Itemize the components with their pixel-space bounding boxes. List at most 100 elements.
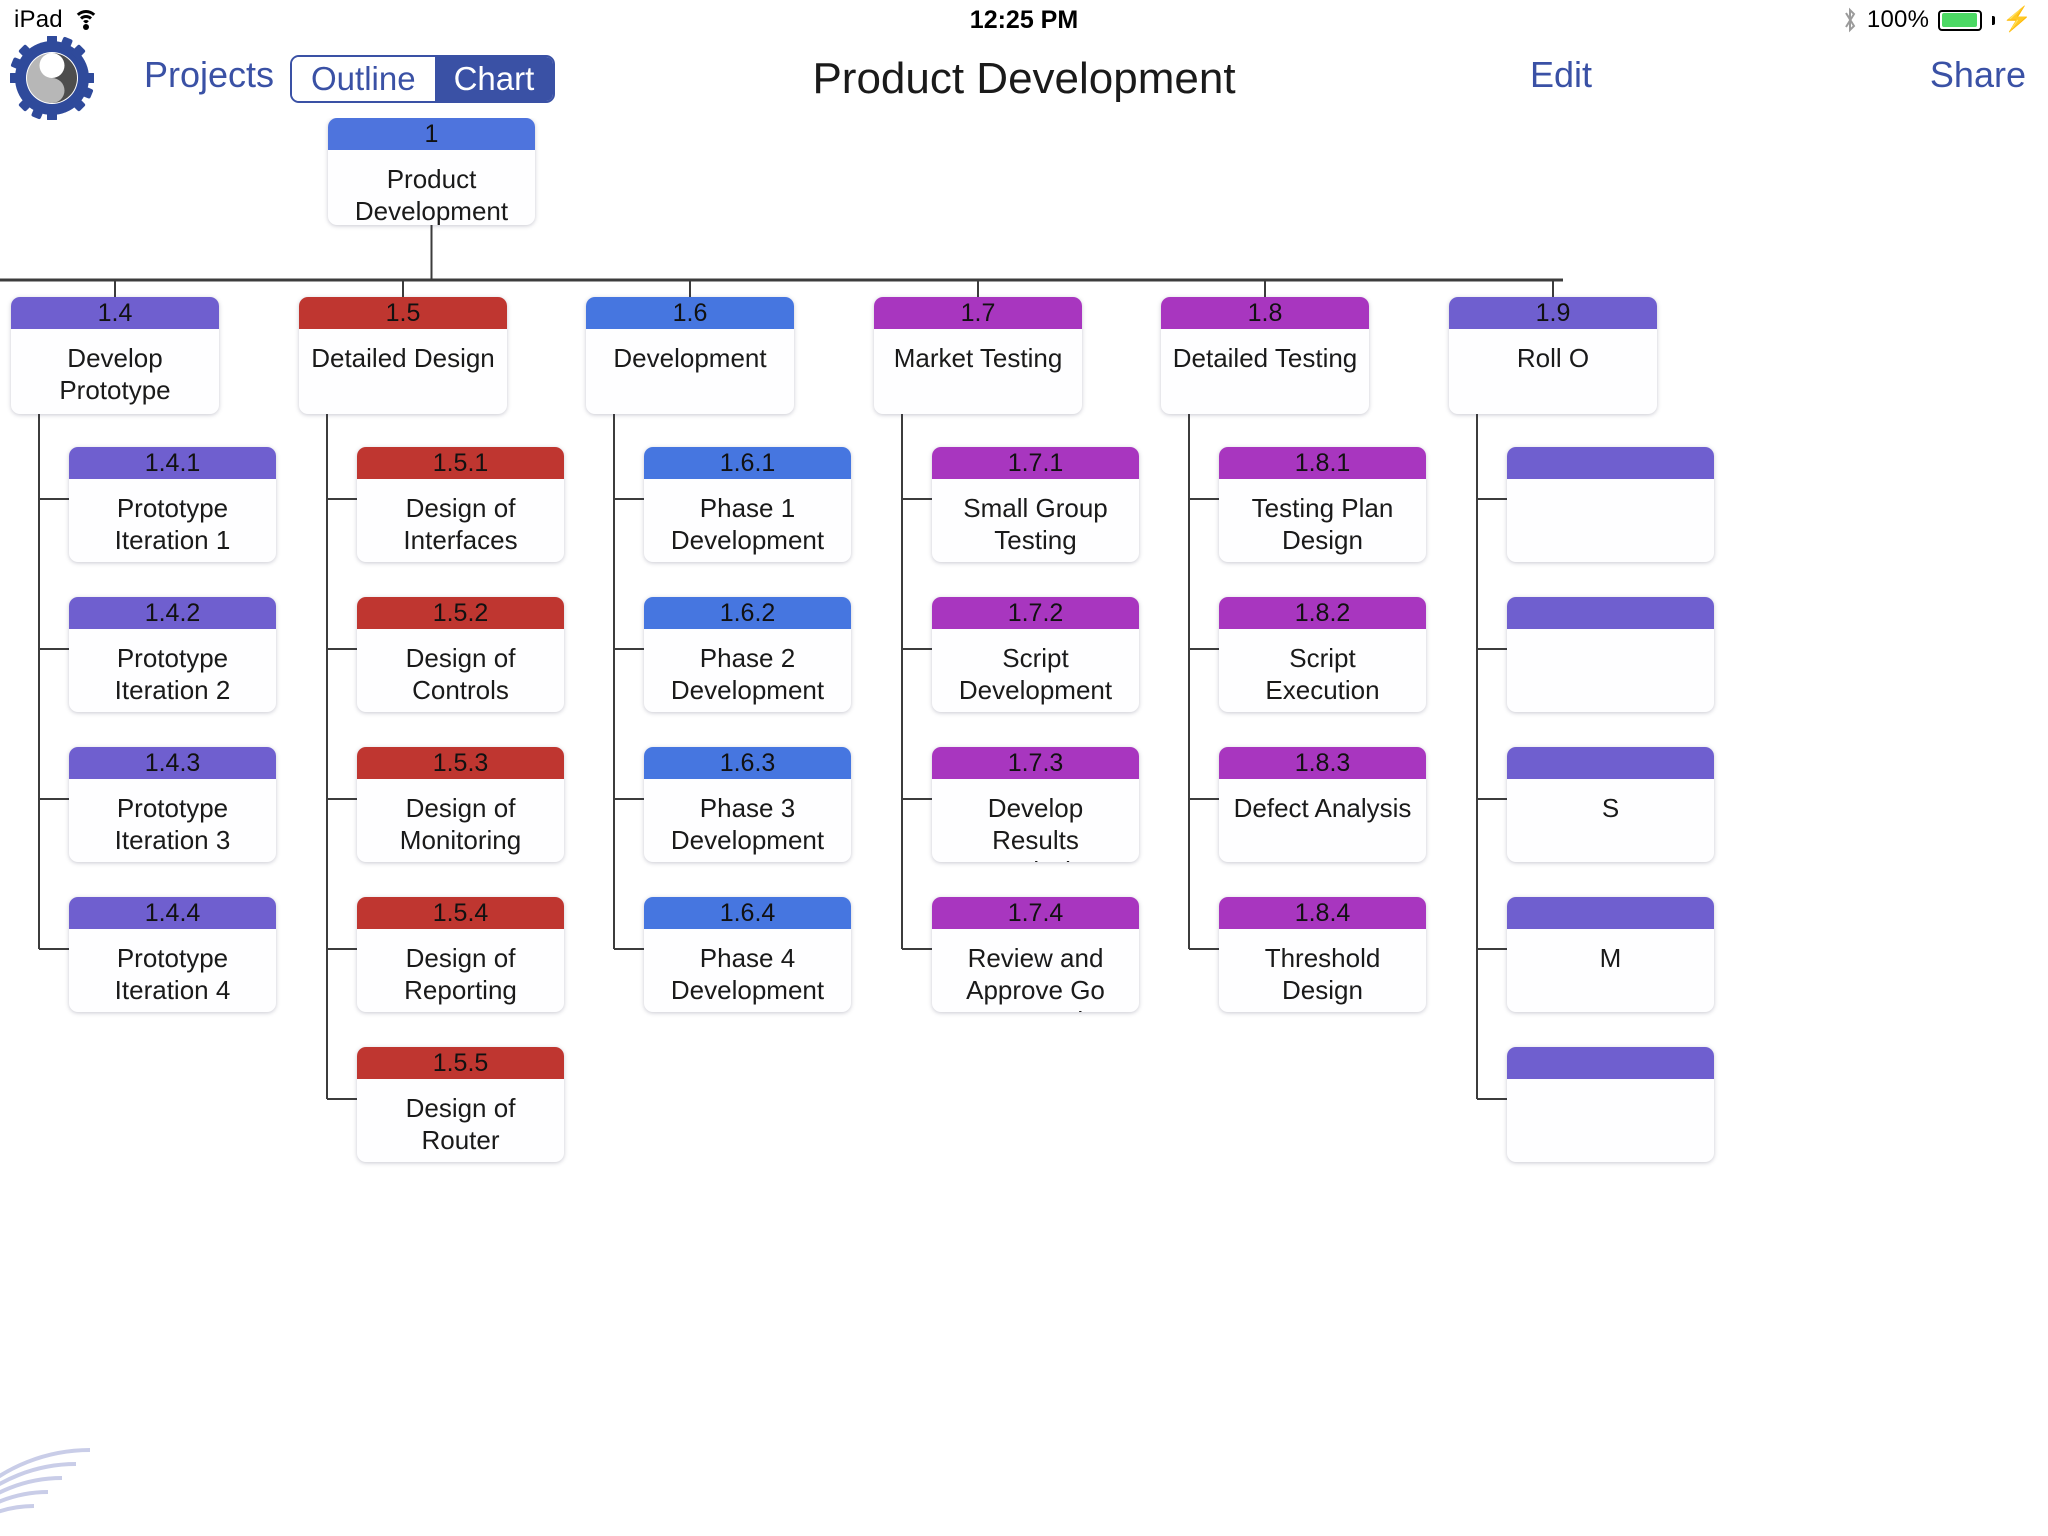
chart-node-child[interactable]: 1.5.5 Design of Router: [357, 1047, 564, 1162]
node-number: 1.5: [299, 297, 507, 329]
node-label: Prototype Iteration 3: [114, 793, 231, 855]
node-label: Phase 4 Development: [670, 943, 825, 1005]
node-number: [1507, 1047, 1714, 1079]
chart-node-child[interactable]: 1.7.3 Develop Results Analysis: [932, 747, 1139, 862]
chart-node-child[interactable]: 1.6.4 Phase 4 Development: [644, 897, 851, 1012]
chart-node-child[interactable]: 1.4.2 Prototype Iteration 2: [69, 597, 276, 712]
chart-node-child[interactable]: 1.5.3 Design of Monitoring: [357, 747, 564, 862]
node-number: 1.6.4: [644, 897, 851, 929]
node-number: [1507, 897, 1714, 929]
node-number: 1.5.1: [357, 447, 564, 479]
chart-node-child[interactable]: M: [1507, 897, 1714, 1012]
node-label: Threshold Design: [1264, 943, 1381, 1005]
node-label: Defect Analysis: [1233, 793, 1412, 823]
node-label: [1507, 629, 1714, 712]
node-number: [1507, 447, 1714, 479]
chart-node-child[interactable]: [1507, 597, 1714, 712]
node-number: [1507, 597, 1714, 629]
chart-node-child[interactable]: [1507, 1047, 1714, 1162]
chart-node-child[interactable]: 1.7.2 Script Development: [932, 597, 1139, 712]
node-number: 1.8.3: [1219, 747, 1426, 779]
node-label: Phase 2 Development: [670, 643, 825, 705]
chart-node-child[interactable]: 1.6.1 Phase 1 Development: [644, 447, 851, 562]
chart-node-root[interactable]: 1 Product Development: [328, 118, 535, 225]
node-number: [1507, 747, 1714, 779]
node-label: Development: [613, 343, 767, 373]
navigation-bar: Projects Outline Chart Product Developme…: [0, 35, 2048, 121]
bluetooth-icon: [1842, 7, 1858, 33]
node-label: Design of Router: [405, 1093, 516, 1155]
chart-node-child[interactable]: 1.4.3 Prototype Iteration 3: [69, 747, 276, 862]
chart-node-child[interactable]: 1.5.2 Design of Controls: [357, 597, 564, 712]
node-number: 1.7: [874, 297, 1082, 329]
node-number: 1.5.2: [357, 597, 564, 629]
battery-cap-icon: [1992, 15, 1996, 25]
node-label: Prototype Iteration 2: [114, 643, 231, 705]
decorative-corner-swoosh: [0, 1448, 91, 1514]
ios-status-bar: iPad 12:25 PM 100% ⚡: [0, 0, 2048, 40]
chart-node-child[interactable]: 1.8.1 Testing Plan Design: [1219, 447, 1426, 562]
node-label: Develop Results Analysis: [987, 793, 1084, 862]
node-label: [1507, 1079, 1714, 1162]
chart-node-child[interactable]: S: [1507, 747, 1714, 862]
node-number: 1.8.4: [1219, 897, 1426, 929]
node-number: 1.5.5: [357, 1047, 564, 1079]
node-label: Phase 1 Development: [670, 493, 825, 555]
chart-node-branch[interactable]: 1.5 Detailed Design: [299, 297, 507, 414]
node-label: Market Testing: [893, 343, 1063, 373]
chart-node-child[interactable]: 1.4.4 Prototype Iteration 4: [69, 897, 276, 1012]
node-number: 1.8.1: [1219, 447, 1426, 479]
node-label: M: [1599, 943, 1622, 973]
node-label: Script Development: [958, 643, 1113, 705]
node-label: Roll O: [1516, 343, 1590, 373]
node-label: Script Execution: [1265, 643, 1380, 705]
node-number: 1.6.3: [644, 747, 851, 779]
chart-node-child[interactable]: 1.6.3 Phase 3 Development: [644, 747, 851, 862]
node-number: 1.4.2: [69, 597, 276, 629]
chart-node-child[interactable]: 1.5.4 Design of Reporting: [357, 897, 564, 1012]
node-number: 1.4.4: [69, 897, 276, 929]
node-label: Small Group Testing: [963, 493, 1108, 555]
node-number: 1: [328, 118, 535, 150]
node-number: 1.7.2: [932, 597, 1139, 629]
node-label: Detailed Design: [311, 343, 495, 373]
chart-node-branch[interactable]: 1.9 Roll O: [1449, 297, 1657, 414]
chart-node-branch[interactable]: 1.6 Development: [586, 297, 794, 414]
node-label: S: [1601, 793, 1620, 823]
chart-node-child[interactable]: 1.8.2 Script Execution: [1219, 597, 1426, 712]
node-label: Product Development: [354, 164, 509, 225]
chart-node-child[interactable]: 1.8.4 Threshold Design: [1219, 897, 1426, 1012]
node-number: 1.4: [11, 297, 219, 329]
node-number: 1.7.4: [932, 897, 1139, 929]
chart-node-child[interactable]: 1.5.1 Design of Interfaces: [357, 447, 564, 562]
status-bar-clock: 12:25 PM: [0, 0, 2048, 40]
node-number: 1.6: [586, 297, 794, 329]
chart-node-child[interactable]: [1507, 447, 1714, 562]
chart-node-child[interactable]: 1.7.4 Review and Approve Go Forward: [932, 897, 1139, 1012]
node-number: 1.6.2: [644, 597, 851, 629]
node-label: [1507, 479, 1714, 562]
node-label: Design of Reporting: [404, 943, 517, 1005]
node-number: 1.6.1: [644, 447, 851, 479]
chart-node-child[interactable]: 1.4.1 Prototype Iteration 1: [69, 447, 276, 562]
node-label: Design of Interfaces: [403, 493, 518, 555]
node-number: 1.9: [1449, 297, 1657, 329]
node-label: Design of Monitoring: [399, 793, 522, 855]
chart-node-child[interactable]: 1.6.2 Phase 2 Development: [644, 597, 851, 712]
node-label: Detailed Testing: [1172, 343, 1358, 373]
chart-node-branch[interactable]: 1.8 Detailed Testing: [1161, 297, 1369, 414]
node-label: Prototype Iteration 1: [114, 493, 231, 555]
chart-node-child[interactable]: 1.8.3 Defect Analysis: [1219, 747, 1426, 862]
node-label: Develop Prototype: [59, 343, 171, 405]
chart-node-branch[interactable]: 1.4 Develop Prototype: [11, 297, 219, 414]
battery-percent-label: 100%: [1866, 6, 1930, 33]
node-number: 1.8.2: [1219, 597, 1426, 629]
chart-node-branch[interactable]: 1.7 Market Testing: [874, 297, 1082, 414]
chart-node-child[interactable]: 1.7.1 Small Group Testing: [932, 447, 1139, 562]
edit-button[interactable]: Edit: [1530, 54, 1592, 96]
node-number: 1.7.3: [932, 747, 1139, 779]
node-number: 1.5.3: [357, 747, 564, 779]
wbs-chart-canvas[interactable]: 1 Product Development 1.4 Develop Prototype…: [0, 118, 2048, 1536]
share-button[interactable]: Share: [1930, 54, 2026, 96]
node-number: 1.7.1: [932, 447, 1139, 479]
